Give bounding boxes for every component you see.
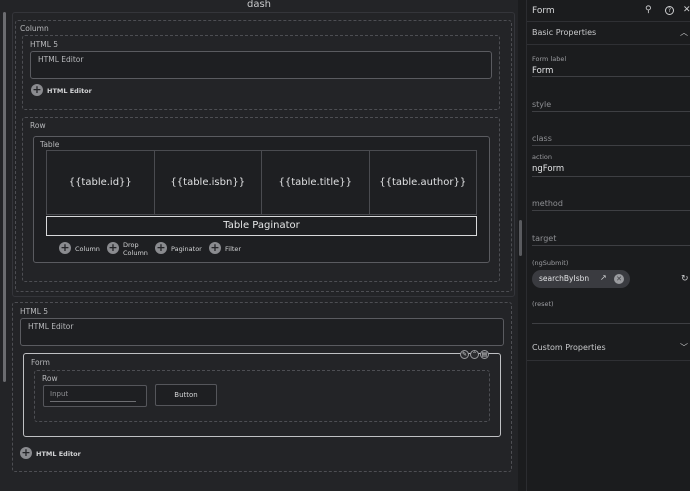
add-html-editor-label-2[interactable]: HTML Editor xyxy=(36,450,81,458)
form-label-caption: Form label xyxy=(532,55,567,63)
drop-column-label[interactable]: Drop Column xyxy=(123,241,149,257)
canvas-title: dash xyxy=(246,0,272,10)
reset-field[interactable]: (reset) xyxy=(532,300,690,324)
action-field[interactable]: action ngForm xyxy=(532,153,690,177)
refresh-icon[interactable]: ↻ xyxy=(681,274,689,284)
action-value: ngForm xyxy=(532,164,565,174)
remove-chip-icon[interactable]: ✕ xyxy=(614,274,624,284)
section-divider xyxy=(527,44,690,45)
form-input[interactable]: Input xyxy=(43,385,147,407)
ngsubmit-caption: (ngSubmit) xyxy=(532,259,569,267)
delete-icon[interactable]: ▤ xyxy=(480,350,489,359)
form-label-field[interactable]: Form label Form xyxy=(532,55,690,77)
method-placeholder: method xyxy=(532,199,563,208)
action-caption: action xyxy=(532,153,553,161)
form-row-label: Row xyxy=(42,374,58,383)
html-editor-box-label: HTML Editor xyxy=(38,55,84,64)
edit-icon[interactable]: ✎ xyxy=(460,350,469,359)
class-field[interactable]: class xyxy=(532,131,690,146)
custom-properties-header[interactable]: Custom Properties xyxy=(532,343,606,352)
add-html-editor-icon[interactable]: + xyxy=(31,84,43,96)
ngsubmit-chip[interactable]: searchByIsbn ↗ ✕ xyxy=(532,270,630,288)
design-canvas: dash Column HTML 5 HTML Editor + HTML Ed… xyxy=(0,0,518,491)
add-paginator-label[interactable]: Paginator xyxy=(171,245,202,253)
panel-header-divider xyxy=(527,21,690,22)
table-cell-author[interactable]: {{table.author}} xyxy=(370,151,477,214)
column-label: Column xyxy=(20,24,49,33)
html5-label: HTML 5 xyxy=(30,40,59,49)
canvas-vertical-scrollbar[interactable] xyxy=(519,220,522,256)
chevron-down-icon[interactable]: ﹀ xyxy=(680,342,688,353)
html-editor-box-2[interactable] xyxy=(20,318,504,346)
open-link-icon[interactable]: ↗ xyxy=(600,273,607,282)
method-field[interactable]: method xyxy=(532,195,690,211)
html-editor-box[interactable] xyxy=(30,51,492,79)
input-underline xyxy=(50,401,136,402)
html-editor-box-label-2: HTML Editor xyxy=(28,322,74,331)
help-icon[interactable]: ? xyxy=(665,6,674,15)
table-cell-id[interactable]: {{table.id}} xyxy=(47,151,155,214)
add-column-icon[interactable]: + xyxy=(59,242,71,254)
table-cell-isbn[interactable]: {{table.isbn}} xyxy=(155,151,262,214)
add-html-editor-label[interactable]: HTML Editor xyxy=(47,87,92,95)
properties-panel: Form ⚲ ? ✕ Basic Properties ︿ Form label… xyxy=(526,0,690,491)
add-filter-label[interactable]: Filter xyxy=(225,245,241,253)
table-paginator[interactable]: Table Paginator xyxy=(46,216,477,236)
target-field[interactable]: target xyxy=(532,230,690,246)
class-placeholder: class xyxy=(532,134,552,143)
search-icon[interactable]: ⚲ xyxy=(645,5,652,15)
table-label: Table xyxy=(40,140,60,149)
data-table: {{table.id}} {{table.isbn}} {{table.titl… xyxy=(46,150,477,215)
form-button[interactable]: Button xyxy=(155,384,217,406)
add-paginator-icon[interactable]: + xyxy=(155,242,167,254)
add-filter-icon[interactable]: + xyxy=(209,242,221,254)
add-column-label[interactable]: Column xyxy=(75,245,100,253)
style-field[interactable]: style xyxy=(532,97,690,112)
close-icon[interactable]: ✕ xyxy=(683,5,690,15)
panel-title: Form xyxy=(532,6,555,16)
drop-column-icon[interactable]: + xyxy=(107,242,119,254)
ngsubmit-chip-label: searchByIsbn xyxy=(539,274,590,283)
reset-caption: (reset) xyxy=(532,300,554,308)
basic-properties-header[interactable]: Basic Properties xyxy=(532,28,596,37)
html5-label-2: HTML 5 xyxy=(20,307,49,316)
section-divider-2 xyxy=(527,360,690,361)
form-toolbar: ✎ ⌃ ▤ xyxy=(460,350,489,360)
add-html-editor-icon-2[interactable]: + xyxy=(20,447,32,459)
chevron-up-icon[interactable]: ︿ xyxy=(680,27,688,38)
form-input-placeholder: Input xyxy=(50,390,69,398)
row-label: Row xyxy=(30,121,46,130)
form-label: Form xyxy=(31,358,50,367)
form-label-value: Form xyxy=(532,66,554,76)
canvas-scrollbar[interactable] xyxy=(3,12,6,382)
table-cell-title[interactable]: {{table.title}} xyxy=(262,151,370,214)
target-placeholder: target xyxy=(532,234,557,243)
move-up-icon[interactable]: ⌃ xyxy=(470,350,479,359)
style-placeholder: style xyxy=(532,100,552,109)
